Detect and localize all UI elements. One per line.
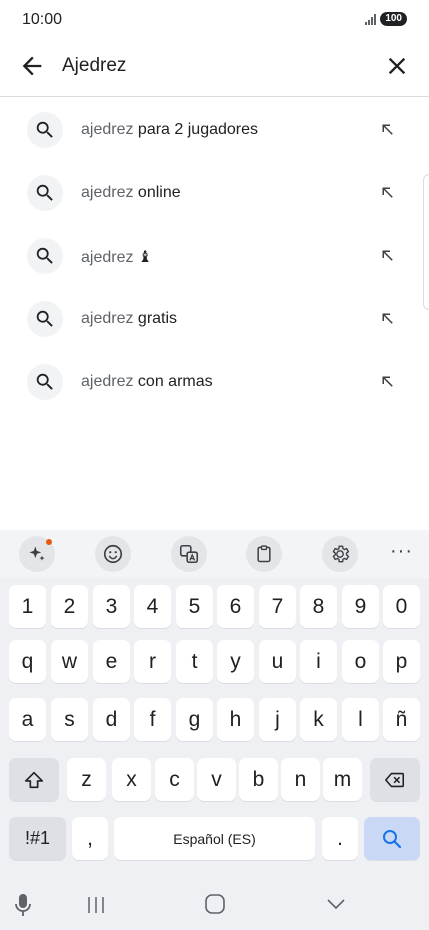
key-q[interactable]: q <box>9 640 46 683</box>
suggestion-list: ajedrez para 2 jugadores ajedrez online … <box>0 98 429 413</box>
emoji-button[interactable] <box>95 536 131 572</box>
more-icon[interactable]: ··· <box>390 540 413 563</box>
key-1[interactable]: 1 <box>9 585 46 628</box>
recent-apps-icon[interactable] <box>86 894 106 916</box>
key-b[interactable]: b <box>239 758 278 801</box>
status-bar: 10:00 100 <box>0 0 429 40</box>
key-o[interactable]: o <box>342 640 379 683</box>
search-input[interactable]: Ajedrez <box>62 55 126 77</box>
key-e[interactable]: e <box>93 640 130 683</box>
key-j[interactable]: j <box>259 698 296 741</box>
translate-icon <box>179 544 199 564</box>
signal-icon <box>365 13 377 25</box>
home-icon[interactable] <box>204 893 226 915</box>
emoji-icon <box>103 544 123 564</box>
keyboard: ··· 1 2 3 4 5 6 7 8 9 0 q w e r t y u i … <box>0 530 429 930</box>
search-icon <box>27 238 63 274</box>
key-v[interactable]: v <box>197 758 236 801</box>
battery-icon: 100 <box>380 12 407 26</box>
period-key[interactable]: . <box>322 817 358 860</box>
backspace-icon <box>385 772 405 787</box>
fill-query-arrow-icon[interactable] <box>378 120 396 138</box>
key-a[interactable]: a <box>9 698 46 741</box>
search-header: Ajedrez <box>0 40 429 97</box>
suggestion-text: ajedrez gratis <box>81 310 178 327</box>
key-g[interactable]: g <box>176 698 213 741</box>
key-c[interactable]: c <box>155 758 194 801</box>
navigation-bar <box>0 880 429 930</box>
suggestion-text: ajedrez ♝ <box>81 249 153 266</box>
search-icon <box>27 175 63 211</box>
key-5[interactable]: 5 <box>176 585 213 628</box>
fill-query-arrow-icon[interactable] <box>378 183 396 201</box>
key-6[interactable]: 6 <box>217 585 254 628</box>
key-k[interactable]: k <box>300 698 337 741</box>
fill-query-arrow-icon[interactable] <box>378 309 396 327</box>
translate-button[interactable] <box>171 536 207 572</box>
key-0[interactable]: 0 <box>383 585 420 628</box>
clear-search-button[interactable] <box>383 52 411 80</box>
key-x[interactable]: x <box>112 758 151 801</box>
search-icon <box>27 364 63 400</box>
scroll-indicator <box>423 174 429 310</box>
key-4[interactable]: 4 <box>134 585 171 628</box>
suggestion-item[interactable]: ajedrez online <box>0 161 429 224</box>
suggestion-item[interactable]: ajedrez para 2 jugadores <box>0 98 429 161</box>
key-i[interactable]: i <box>300 640 337 683</box>
keyboard-settings-button[interactable] <box>322 536 358 572</box>
status-time: 10:00 <box>22 11 63 28</box>
key-p[interactable]: p <box>383 640 420 683</box>
key-f[interactable]: f <box>134 698 171 741</box>
suggestion-text: ajedrez para 2 jugadores <box>81 121 259 138</box>
close-icon <box>388 57 406 75</box>
suggestion-item[interactable]: ajedrez con armas <box>0 350 429 413</box>
settings-icon <box>332 545 350 563</box>
key-3[interactable]: 3 <box>93 585 130 628</box>
suggestion-item[interactable]: ajedrez gratis <box>0 287 429 350</box>
suggestion-item[interactable]: ajedrez ♝ <box>0 224 429 287</box>
shift-icon <box>24 771 44 788</box>
key-u[interactable]: u <box>259 640 296 683</box>
chevron-down-icon[interactable] <box>325 895 347 913</box>
symbols-key[interactable]: !#1 <box>9 817 66 860</box>
suggestion-text: ajedrez con armas <box>81 373 213 390</box>
key-n-tilde[interactable]: ñ <box>383 698 420 741</box>
key-9[interactable]: 9 <box>342 585 379 628</box>
status-icons: 100 <box>365 12 407 26</box>
key-d[interactable]: d <box>93 698 130 741</box>
key-n[interactable]: n <box>281 758 320 801</box>
key-8[interactable]: 8 <box>300 585 337 628</box>
suggestion-text: ajedrez online <box>81 184 181 201</box>
comma-key[interactable]: , <box>72 817 108 860</box>
fill-query-arrow-icon[interactable] <box>378 372 396 390</box>
clipboard-button[interactable] <box>246 536 282 572</box>
back-button[interactable] <box>18 52 46 80</box>
search-icon <box>27 112 63 148</box>
key-w[interactable]: w <box>51 640 88 683</box>
clipboard-icon <box>257 545 271 563</box>
key-t[interactable]: t <box>176 640 213 683</box>
fill-query-arrow-icon[interactable] <box>378 246 396 264</box>
ai-sparkle-button[interactable] <box>19 536 55 572</box>
space-key[interactable]: Español (ES) <box>114 817 315 860</box>
notification-dot <box>46 539 52 545</box>
key-s[interactable]: s <box>51 698 88 741</box>
search-icon <box>27 301 63 337</box>
backspace-key[interactable] <box>370 758 420 801</box>
arrow-left-icon <box>22 56 42 76</box>
key-l[interactable]: l <box>342 698 379 741</box>
key-h[interactable]: h <box>217 698 254 741</box>
key-z[interactable]: z <box>67 758 106 801</box>
key-7[interactable]: 7 <box>259 585 296 628</box>
microphone-icon[interactable] <box>13 892 33 918</box>
key-r[interactable]: r <box>134 640 171 683</box>
keyboard-toolbar: ··· <box>0 530 429 578</box>
key-y[interactable]: y <box>217 640 254 683</box>
key-2[interactable]: 2 <box>51 585 88 628</box>
ai-sparkle-icon <box>29 546 45 561</box>
shift-key[interactable] <box>9 758 59 801</box>
key-m[interactable]: m <box>323 758 362 801</box>
search-submit-key[interactable] <box>364 817 420 860</box>
search-icon <box>383 829 402 848</box>
